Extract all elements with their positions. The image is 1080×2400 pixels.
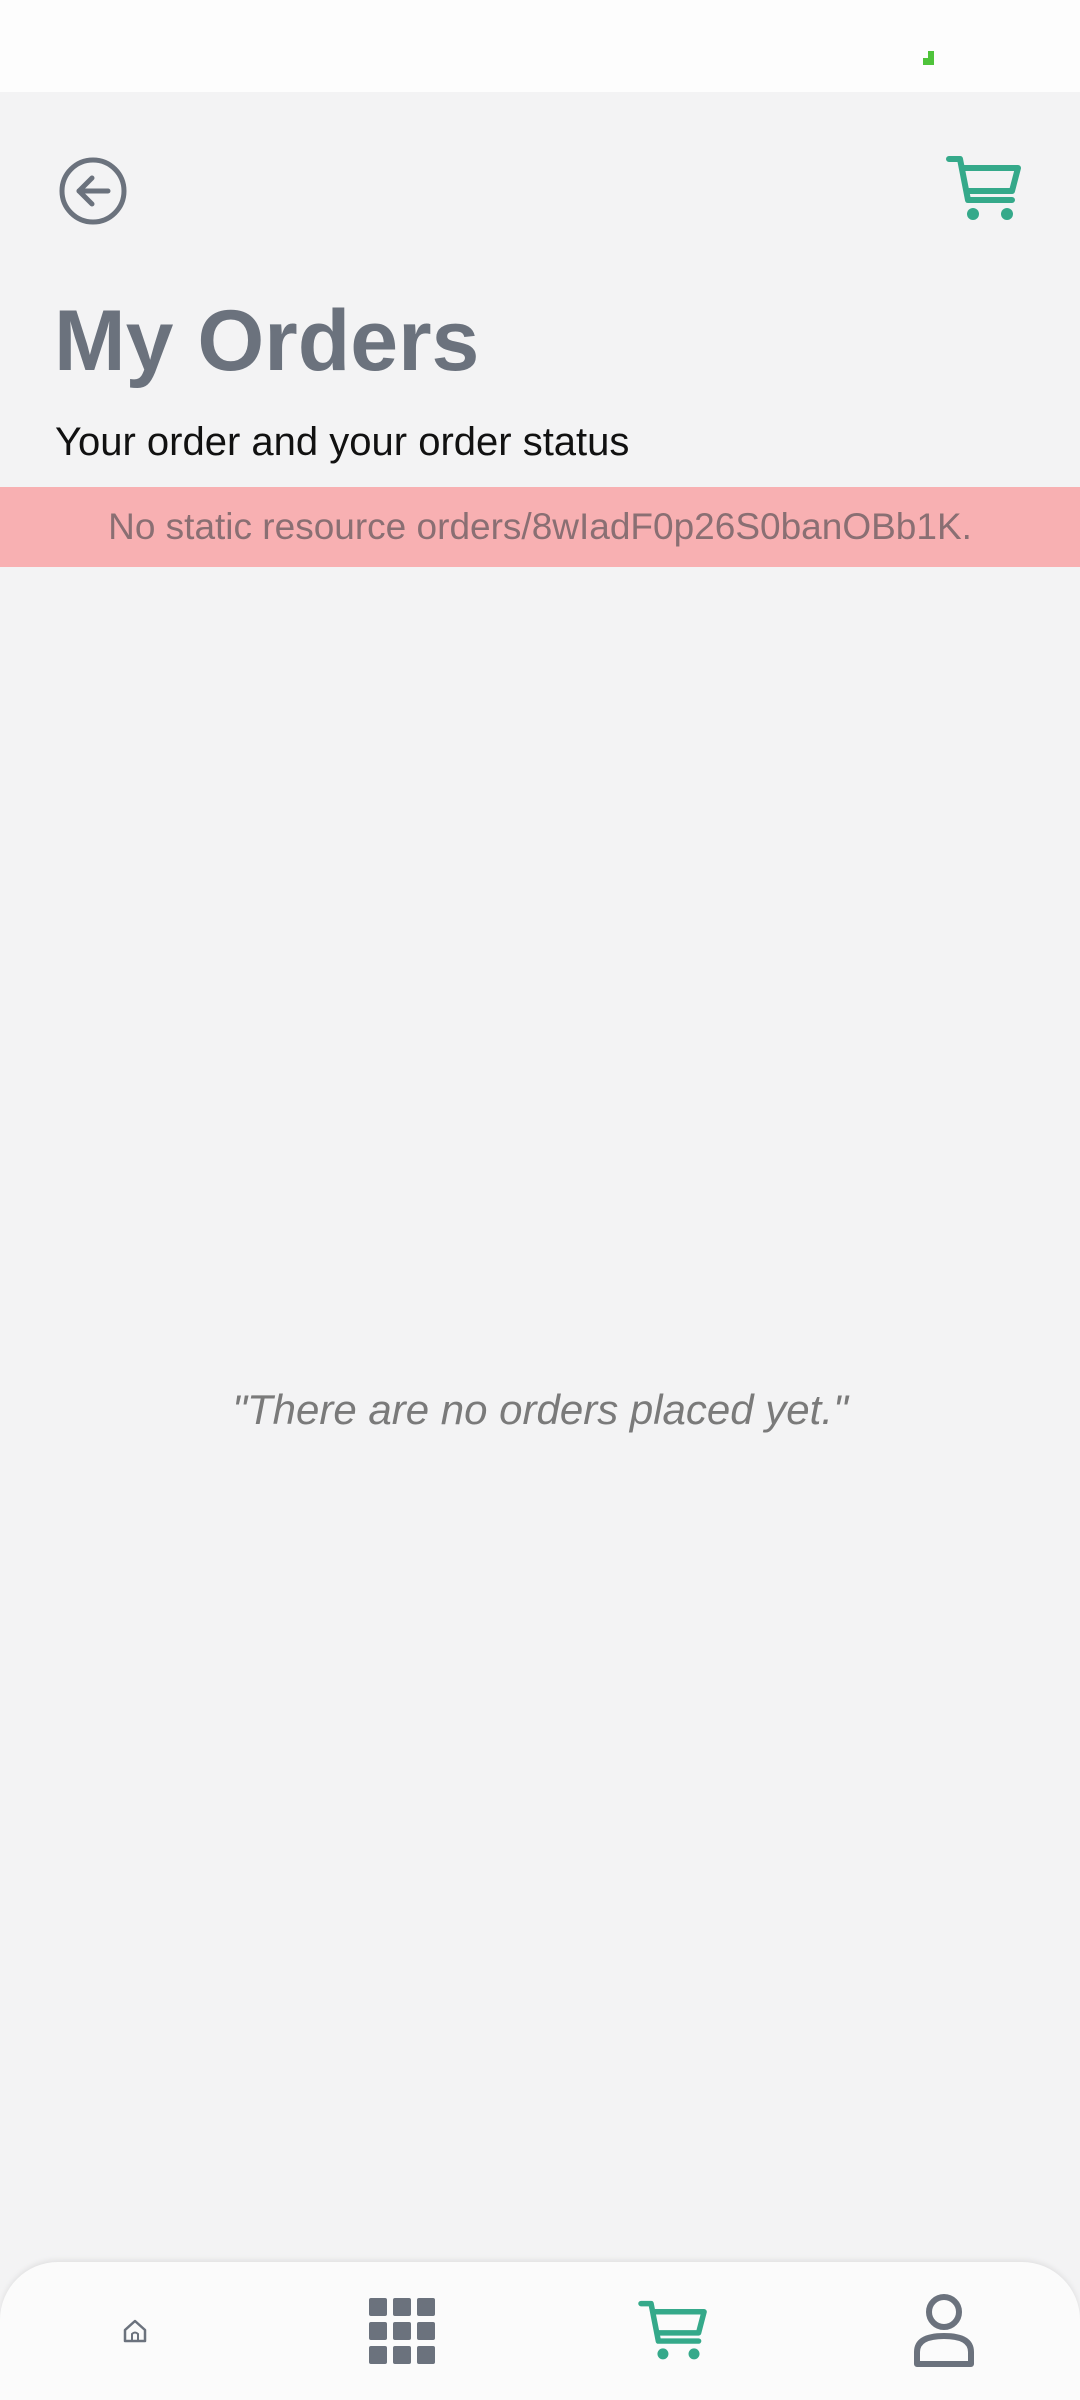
grid-icon	[369, 2298, 435, 2364]
error-message: No static resource orders/8wIadF0p26S0ba…	[108, 506, 972, 547]
page-subtitle: Your order and your order status	[55, 420, 630, 464]
user-icon	[914, 2294, 974, 2367]
nav-profile[interactable]	[894, 2262, 994, 2400]
arrow-left-circle-icon	[59, 157, 127, 225]
status-indicator-icon	[923, 51, 934, 65]
nav-home[interactable]	[85, 2262, 185, 2400]
cart-icon	[638, 2300, 707, 2360]
home-icon	[123, 2319, 147, 2343]
nav-categories[interactable]	[352, 2262, 452, 2400]
back-button[interactable]	[58, 156, 128, 226]
nav-cart[interactable]	[623, 2262, 723, 2400]
empty-orders-message: "There are no orders placed yet."	[232, 1386, 848, 1433]
page-title: My Orders	[54, 293, 480, 389]
bottom-navigation	[0, 2262, 1080, 2400]
orders-screen: My Orders Your order and your order stat…	[0, 92, 1080, 2400]
cart-icon	[946, 156, 1021, 220]
header-cart-button[interactable]	[946, 154, 1022, 224]
status-bar	[0, 0, 1080, 92]
error-banner: No static resource orders/8wIadF0p26S0ba…	[0, 487, 1080, 567]
